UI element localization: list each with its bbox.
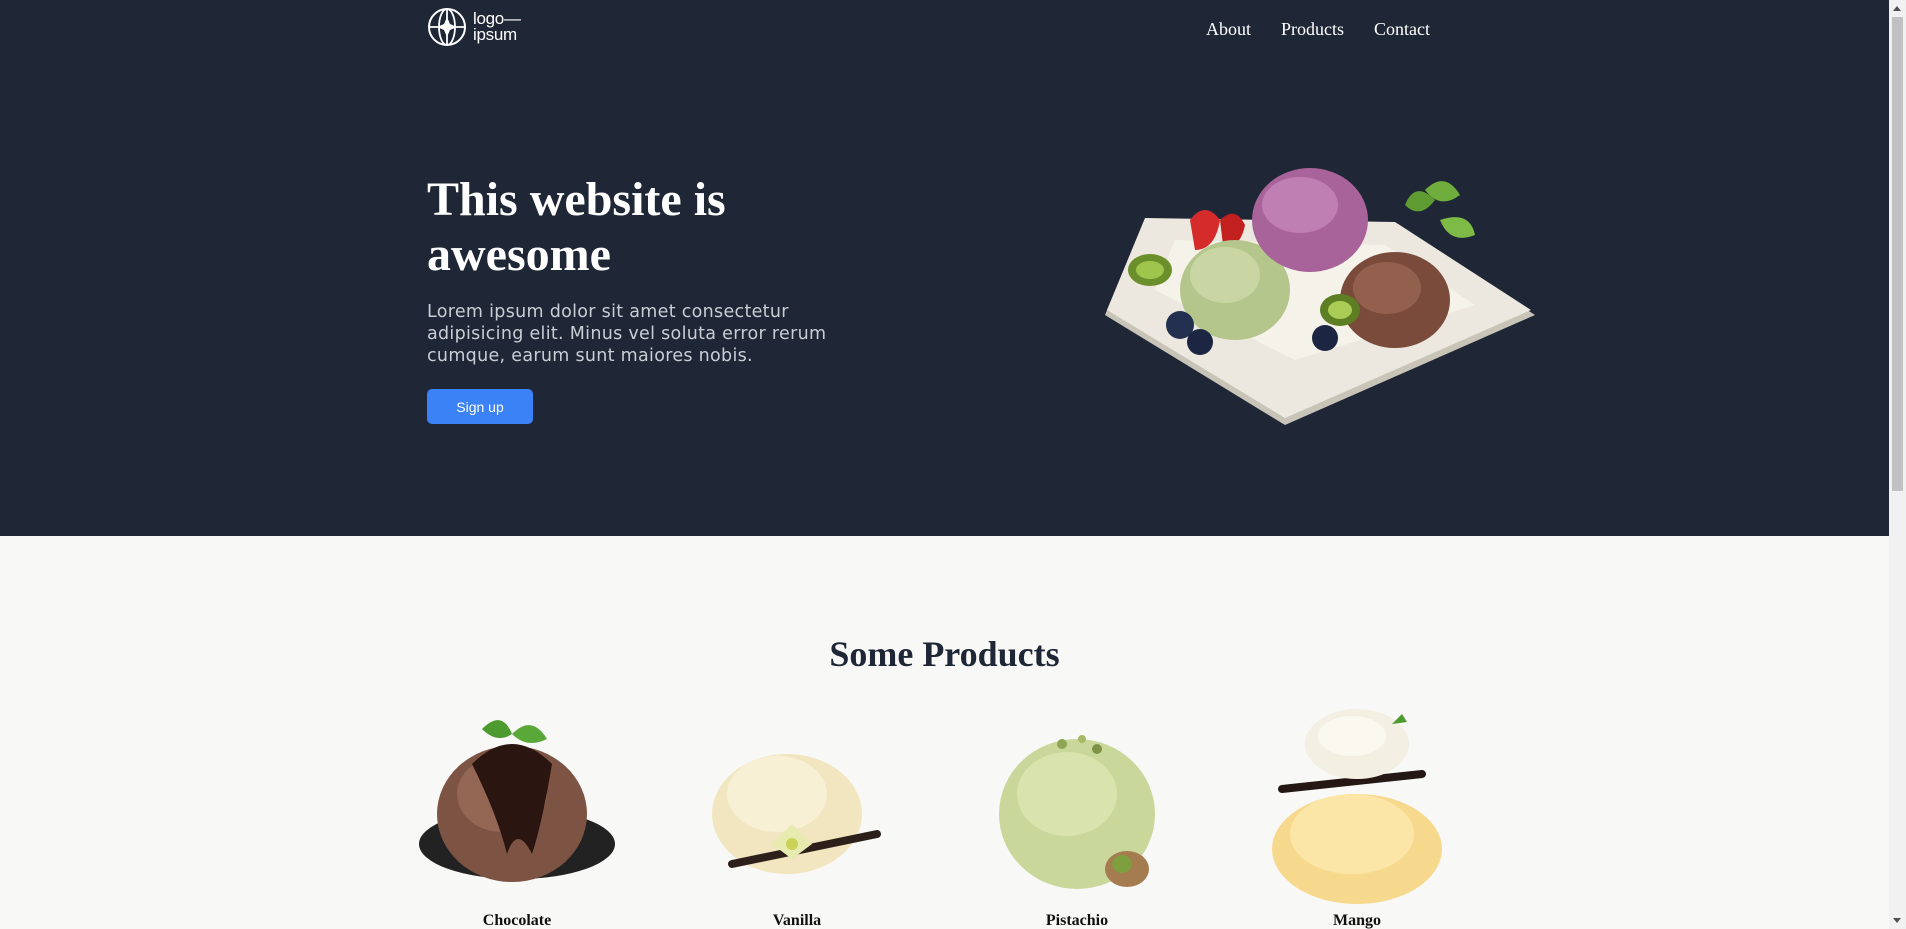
hero-title: This website is awesome — [427, 173, 726, 281]
product-card-chocolate[interactable]: Chocolate — [412, 704, 622, 929]
ice-cream-plate-image — [1105, 168, 1535, 425]
product-card-mango[interactable]: Mango — [1252, 704, 1462, 929]
product-name: Pistachio — [1045, 912, 1109, 929]
hero-description: Lorem ipsum dolor sit amet consectetur a… — [427, 302, 827, 366]
product-name: Vanilla — [772, 912, 822, 929]
nav-about-link[interactable]: About — [1206, 19, 1251, 40]
nav-contact-link[interactable]: Contact — [1374, 19, 1430, 40]
products-title: Some Products — [829, 634, 1060, 674]
logo-text: logo— ipsum — [473, 10, 521, 44]
main-nav: About Products Contact — [1206, 19, 1430, 40]
product-card-vanilla[interactable]: Vanilla — [692, 704, 902, 929]
globe-logo-icon — [428, 8, 466, 46]
product-name: Chocolate — [482, 912, 552, 929]
vanilla-ice-cream-image — [712, 754, 881, 874]
chocolate-ice-cream-image — [419, 720, 615, 882]
product-card-pistachio[interactable]: Pistachio — [972, 704, 1182, 929]
signup-button[interactable]: Sign up — [427, 389, 533, 424]
mango-ice-cream-image — [1272, 709, 1442, 904]
logo[interactable]: logo— ipsum — [427, 7, 521, 47]
nav-products-link[interactable]: Products — [1281, 19, 1344, 40]
pistachio-ice-cream-image — [999, 735, 1155, 889]
hero-section: logo— ipsum About Products Contact This … — [0, 0, 1889, 536]
scrollbar-thumb[interactable] — [1892, 17, 1903, 491]
scroll-up-icon[interactable] — [1893, 6, 1901, 11]
product-name: Mango — [1333, 912, 1381, 929]
scroll-down-icon[interactable] — [1893, 918, 1901, 923]
page-scrollbar[interactable] — [1889, 0, 1906, 929]
logo-text-line2: ipsum — [473, 25, 517, 44]
